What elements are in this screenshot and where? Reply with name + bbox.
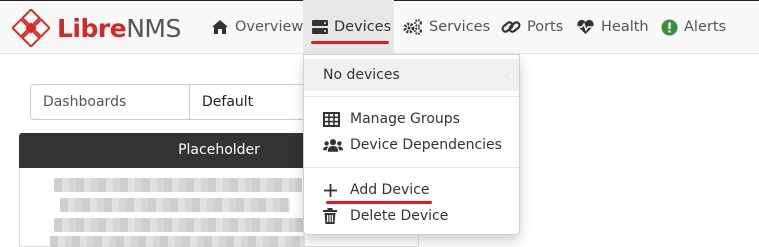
nav-ports[interactable]: Ports: [501, 0, 563, 54]
nav-devices[interactable]: Devices: [303, 0, 394, 54]
menu-item-manage-groups[interactable]: Manage Groups: [323, 109, 460, 129]
top-navbar: LibreNMS Overview Devices Services Ports…: [0, 0, 759, 54]
nav-alerts[interactable]: Alerts: [661, 0, 726, 54]
nav-health-label: Health: [601, 19, 649, 35]
menu-item-add-device-label: Add Device: [350, 182, 430, 198]
logo-text-nms: NMS: [126, 13, 181, 43]
dashboard-select[interactable]: Default: [189, 84, 307, 120]
nav-services-label: Services: [429, 19, 491, 35]
chevron-right-icon: ›: [508, 68, 513, 82]
devices-dropdown-menu: No devices › Manage Groups Device Depend…: [303, 54, 520, 235]
nav-health[interactable]: Health: [576, 0, 649, 54]
nav-devices-label: Devices: [334, 19, 392, 35]
logo-text-libre: Libre: [57, 13, 127, 43]
menu-item-device-dependencies-label: Device Dependencies: [350, 137, 502, 153]
dashboards-label-box: Dashboards: [30, 84, 190, 120]
menu-divider: [304, 96, 519, 97]
nav-ports-label: Ports: [527, 19, 564, 35]
server-icon: [312, 20, 328, 34]
blurred-content: [60, 198, 290, 212]
devices-highlight-underline: [311, 41, 389, 44]
table-icon: [323, 111, 343, 127]
users-icon: [323, 137, 343, 153]
plus-icon: [323, 182, 343, 198]
home-icon: [212, 20, 228, 34]
menu-item-manage-groups-label: Manage Groups: [350, 111, 460, 127]
menu-divider: [304, 167, 519, 168]
menu-item-no-devices-label: No devices: [323, 67, 400, 83]
menu-item-no-devices[interactable]: No devices ›: [304, 59, 519, 91]
menu-item-device-dependencies[interactable]: Device Dependencies: [323, 135, 502, 155]
blurred-content: [54, 178, 302, 192]
nav-services[interactable]: Services: [403, 0, 490, 54]
menu-item-add-device[interactable]: Add Device: [323, 180, 429, 200]
nav-alerts-label: Alerts: [684, 19, 727, 35]
cogs-icon: [403, 19, 422, 35]
nav-overview-label: Overview: [235, 19, 304, 35]
librenms-logo[interactable]: LibreNMS: [12, 8, 181, 48]
menu-item-delete-device[interactable]: Delete Device: [323, 206, 448, 226]
menu-item-delete-device-label: Delete Device: [350, 208, 449, 224]
add-device-highlight-underline: [326, 201, 432, 204]
link-icon: [501, 21, 521, 33]
blurred-content: [50, 236, 305, 247]
heartbeat-icon: [577, 19, 594, 34]
exclamation-circle-icon: [661, 19, 678, 35]
nav-overview[interactable]: Overview: [203, 0, 309, 54]
logo-text: LibreNMS: [57, 16, 181, 41]
librenms-logo-icon: [12, 9, 50, 47]
blurred-content: [54, 218, 304, 232]
trash-icon: [323, 208, 343, 224]
